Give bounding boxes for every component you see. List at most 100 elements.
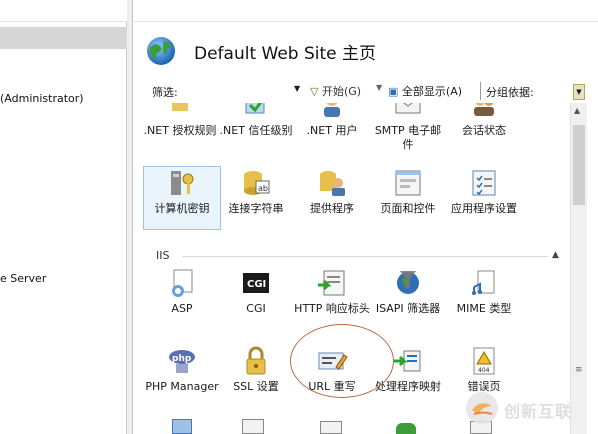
tile-label: .NET 用户 [306, 124, 358, 137]
partial-row-icon [242, 419, 264, 434]
net-trust-icon [245, 103, 265, 114]
tile-label: HTTP 响应标头 [294, 302, 370, 315]
asp-icon [172, 269, 193, 297]
net-authorization-icon [172, 103, 188, 111]
feature-grid: .NET 授权规则 .NET 信任级别 .NET 用户 SMTP 电子邮件 会话… [134, 103, 568, 434]
mime-types-icon [472, 270, 495, 295]
watermark-text: 创新互联 [504, 402, 573, 421]
show-all-button[interactable]: ▣ 全部显示(A) [388, 83, 462, 99]
vertical-scrollbar[interactable]: ▲ ≡ [570, 103, 587, 434]
svg-text:ab: ab [258, 184, 268, 193]
grip-icon: ≡ [575, 365, 583, 375]
feature-providers[interactable]: 提供程序 [294, 167, 370, 216]
feature-isapi-filters[interactable]: ISAPI 筛选器 [370, 267, 446, 316]
tile-label: MIME 类型 [456, 302, 512, 315]
highlight-ellipse [290, 324, 394, 398]
tile-label: CGI [246, 302, 266, 315]
feature-asp[interactable]: ASP [144, 267, 220, 316]
go-button[interactable]: ▽ 开始(G) [310, 83, 361, 99]
section-header-iis[interactable]: IIS [156, 249, 169, 262]
toolbar-separator [480, 82, 481, 100]
chevron-up-icon[interactable]: ▲ [552, 250, 559, 260]
tile-label: 连接字符串 [228, 202, 284, 215]
watermark-logo-icon [466, 392, 498, 424]
group-by-label[interactable]: 分组依据: [486, 84, 534, 100]
connections-pane: (Administrator) e Server [0, 0, 127, 434]
smtp-email-icon [395, 103, 421, 114]
app-settings-icon [472, 170, 496, 196]
feature-http-headers[interactable]: HTTP 响应标头 [294, 267, 370, 316]
tile-label: .NET 授权规则 [143, 124, 217, 137]
partial-row-icon [172, 419, 192, 434]
feature-connection-strings[interactable]: ab 连接字符串 [218, 167, 294, 216]
tile-label: .NET 信任级别 [219, 124, 293, 137]
tree-item-server-name[interactable]: e Server [0, 272, 46, 285]
machine-key-icon [171, 171, 194, 195]
filter-dropdown-icon[interactable]: ▼ [294, 84, 300, 93]
show-all-label: 全部显示(A) [401, 85, 463, 98]
feature-ssl-settings[interactable]: SSL 设置 [218, 345, 294, 394]
group-by-dropdown-icon[interactable]: ▼ [573, 84, 585, 100]
cgi-icon: CGI [243, 273, 269, 293]
tile-label: 提供程序 [310, 202, 354, 215]
feature-net-trust[interactable]: .NET 信任级别 [218, 103, 294, 138]
feature-smtp-email[interactable]: SMTP 电子邮件 [370, 103, 446, 152]
section-divider [182, 256, 548, 257]
feature-error-pages[interactable]: 404 错误页 [446, 345, 522, 394]
funnel-icon: ▽ [310, 85, 319, 98]
tile-label: 页面和控件 [380, 202, 436, 215]
feature-cgi[interactable]: CGI CGI [218, 267, 294, 316]
pane-splitter[interactable] [127, 0, 133, 434]
feature-app-settings[interactable]: 应用程序设置 [446, 167, 522, 216]
tile-label: 计算机密钥 [154, 202, 210, 215]
tile-label: ISAPI 筛选器 [375, 302, 441, 315]
error-pages-icon: 404 [473, 347, 495, 375]
feature-mime-types[interactable]: MIME 类型 [446, 267, 522, 316]
tile-label: 会话状态 [462, 124, 506, 137]
filter-input[interactable] [186, 83, 304, 99]
filter-toolbar: 筛选: ▼ ▽ 开始(G) ▼ ▣ 全部显示(A) 分组依据: [134, 80, 598, 102]
content-topbar [134, 0, 598, 22]
feature-php-manager[interactable]: php PHP Manager [144, 345, 220, 394]
tile-label: PHP Manager [145, 380, 219, 393]
http-headers-icon [318, 270, 345, 296]
tile-label: SSL 设置 [233, 380, 279, 393]
providers-icon [320, 171, 345, 196]
feature-pages-controls[interactable]: 页面和控件 [370, 167, 446, 216]
show-all-icon: ▣ [388, 85, 399, 98]
svg-text:php: php [172, 354, 192, 364]
tile-label: ASP [171, 302, 193, 315]
svg-text:404: 404 [478, 367, 490, 374]
tree-item-server[interactable]: (Administrator) [0, 92, 84, 105]
title-row: Default Web Site 主页 [134, 30, 598, 70]
page-title: Default Web Site 主页 [194, 44, 377, 64]
svg-text:CGI: CGI [247, 279, 266, 290]
watermark: 创新互联 [462, 390, 592, 426]
connection-strings-icon: ab [244, 171, 270, 195]
net-users-icon [324, 103, 340, 117]
tile-label: 应用程序设置 [451, 202, 517, 215]
go-button-label: 开始(G) [321, 85, 362, 98]
tile-label: SMTP 电子邮件 [374, 124, 442, 151]
feature-session-state[interactable]: 会话状态 [446, 103, 522, 138]
partial-row-icon [320, 421, 342, 434]
lock-icon [246, 346, 266, 375]
feature-net-authorization[interactable]: .NET 授权规则 [142, 103, 218, 138]
iis-manager-window: (Administrator) e Server Default Web Sit… [0, 0, 598, 434]
scroll-up-icon[interactable]: ▲ [574, 106, 580, 115]
pages-controls-icon [395, 170, 421, 196]
features-view: Default Web Site 主页 筛选: ▼ ▽ 开始(G) ▼ ▣ 全部… [134, 0, 598, 434]
handler-mappings-icon [394, 350, 421, 372]
php-manager-icon: php [169, 350, 195, 373]
connections-header [0, 27, 127, 49]
filter-label: 筛选: [152, 86, 178, 99]
scroll-thumb[interactable] [573, 125, 585, 205]
partial-row-icon [396, 423, 416, 434]
feature-machine-key[interactable]: 计算机密钥 [143, 166, 221, 230]
session-state-icon [474, 103, 494, 116]
connections-toolbar [0, 0, 127, 22]
go-dropdown-icon[interactable]: ▼ [376, 83, 382, 92]
feature-net-users[interactable]: .NET 用户 [294, 103, 370, 138]
globe-icon [147, 37, 175, 65]
isapi-filters-icon [397, 271, 419, 294]
